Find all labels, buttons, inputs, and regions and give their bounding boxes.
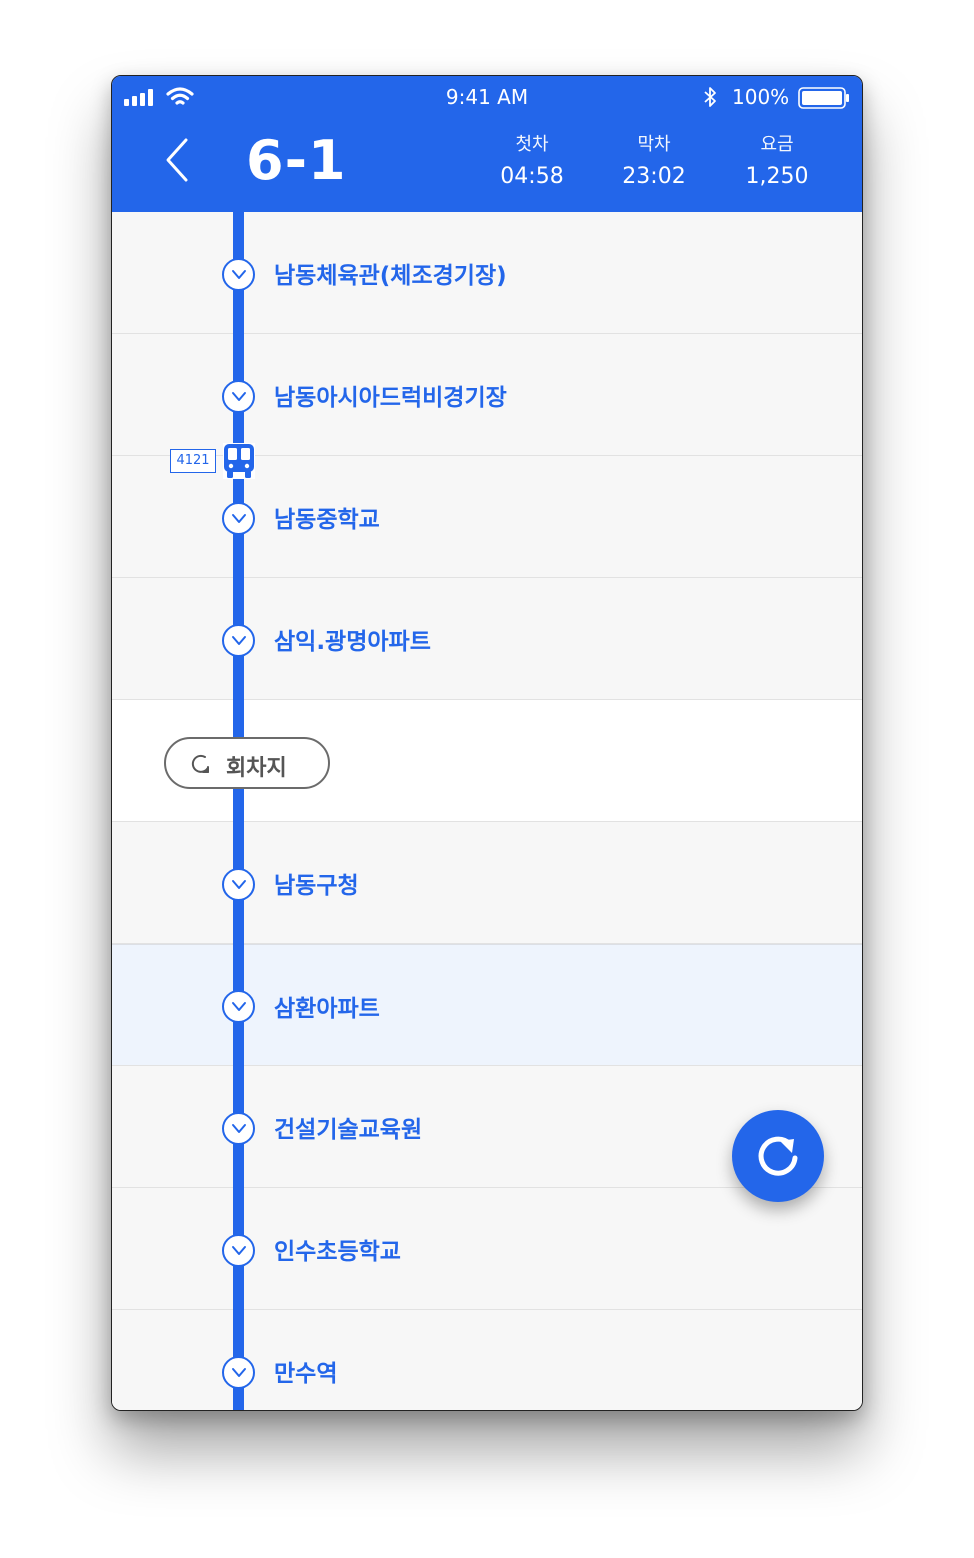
chevron-down-icon — [232, 1368, 246, 1377]
fare-label: 요금 — [760, 134, 794, 155]
chevron-down-icon — [232, 514, 246, 523]
battery-icon — [798, 87, 849, 109]
phone-screen: 9:41 AM 100% 6-1 첫차 04:58 막차 23:02 요금 1,… — [111, 75, 863, 1411]
stop-node — [222, 380, 255, 413]
chevron-left-icon[interactable] — [158, 134, 194, 186]
first-bus-info: 첫차 04:58 — [482, 130, 582, 189]
stop-name: 남동아시아드럭비경기장 — [274, 385, 507, 411]
stop-row[interactable]: 만수역 — [112, 1310, 862, 1410]
battery-percent: 100% — [732, 85, 790, 109]
stop-node — [222, 990, 255, 1023]
last-bus-time: 23:02 — [622, 164, 686, 189]
chevron-down-icon — [232, 880, 246, 889]
u-turn-icon — [191, 754, 209, 773]
stop-node — [222, 1234, 255, 1267]
chevron-down-icon — [232, 1124, 246, 1133]
last-bus-label: 막차 — [637, 134, 671, 155]
stop-name: 남동체육관(체조경기장) — [274, 263, 507, 289]
last-bus-info: 막차 23:02 — [604, 130, 704, 189]
stop-node — [222, 868, 255, 901]
stop-name: 인수초등학교 — [274, 1239, 401, 1265]
chevron-down-icon — [232, 1002, 246, 1011]
chevron-down-icon — [232, 392, 246, 401]
fare-value: 1,250 — [745, 164, 809, 189]
stop-node — [222, 624, 255, 657]
stop-node — [222, 502, 255, 535]
status-bar: 9:41 AM 100% — [112, 76, 862, 120]
stop-name: 삼환아파트 — [274, 996, 380, 1022]
chevron-down-icon — [232, 636, 246, 645]
turnaround-label: 회차지 — [226, 756, 287, 781]
stop-name: 삼익.광명아파트 — [274, 629, 431, 655]
app-header: 9:41 AM 100% 6-1 첫차 04:58 막차 23:02 요금 1,… — [112, 76, 862, 212]
stop-name: 만수역 — [274, 1361, 338, 1387]
bus-icon[interactable] — [222, 442, 256, 480]
chevron-down-icon — [232, 1246, 246, 1255]
stop-name: 남동구청 — [274, 873, 359, 899]
stop-node — [222, 258, 255, 291]
refresh-icon — [758, 1136, 798, 1176]
first-bus-label: 첫차 — [515, 134, 549, 155]
stop-node — [222, 1356, 255, 1389]
chevron-down-icon — [232, 270, 246, 279]
stop-node — [222, 1112, 255, 1145]
fare-info: 요금 1,250 — [727, 130, 827, 189]
turnaround-badge: 회차지 — [164, 737, 330, 789]
stop-name: 건설기술교육원 — [274, 1117, 423, 1143]
refresh-button[interactable] — [732, 1110, 824, 1202]
route-number: 6-1 — [246, 129, 347, 192]
bus-number-tag[interactable]: 4121 — [170, 449, 216, 473]
bluetooth-icon — [704, 87, 716, 107]
stop-name: 남동중학교 — [274, 507, 380, 533]
first-bus-time: 04:58 — [500, 164, 564, 189]
